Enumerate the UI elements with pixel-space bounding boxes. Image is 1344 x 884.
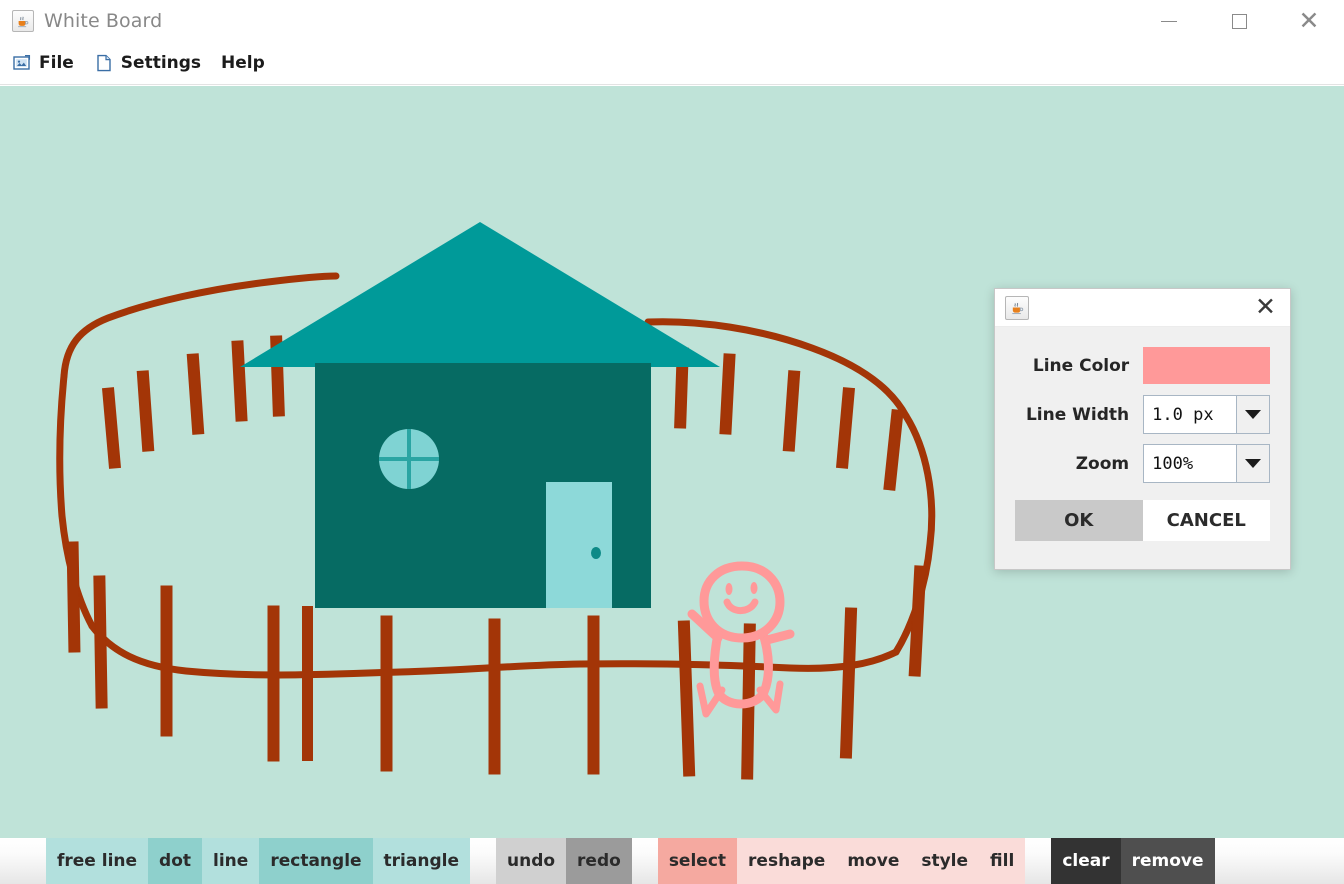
house-roof-triangle [240,222,720,367]
zoom-dropdown-button[interactable] [1236,445,1269,482]
person-left-eye [725,583,733,595]
tool-undo-label: undo [506,850,556,871]
tool-triangle-label: triangle [383,850,459,871]
tool-select-label: select [668,850,727,871]
tool-redo[interactable]: redo [566,838,632,884]
ok-button[interactable]: OK [1015,500,1143,541]
bottom-toolbar: free line dot line rectangle triangle un… [0,838,1344,884]
menu-item-help-label: Help [221,53,265,73]
toolbar-gap-1 [470,838,496,884]
person-right-arm [762,629,795,645]
menu-item-settings-label: Settings [120,53,202,73]
line-width-value[interactable]: 1.0 px [1144,396,1236,433]
document-page-icon [94,53,114,73]
tool-move-label: move [847,850,900,871]
menu-item-settings[interactable]: Settings [84,42,211,85]
chevron-down-icon [1245,410,1261,419]
whiteboard-app-window: White Board ✕ File Settings Help free li… [0,0,1344,884]
tool-line-label: line [213,850,249,871]
shape-tool-group: free line dot line rectangle triangle [46,838,470,884]
edit-tool-group: select reshape move style fill [657,838,1026,884]
minimize-icon [1161,20,1177,22]
maximize-button[interactable] [1204,0,1274,42]
tool-reshape-label: reshape [748,850,826,871]
zoom-combobox[interactable]: 100% [1143,444,1270,483]
menu-item-file-label: File [39,53,74,73]
title-bar: White Board ✕ [0,0,1344,42]
tool-undo[interactable]: undo [495,838,567,884]
window-title: White Board [44,10,163,32]
line-color-label: Line Color [1032,355,1130,376]
tool-select[interactable]: select [657,838,738,884]
line-width-dropdown-button[interactable] [1236,396,1269,433]
menu-item-file[interactable]: File [0,42,84,85]
person-left-leg [696,682,726,718]
toolbar-left-spacer [0,838,46,884]
minimize-button[interactable] [1134,0,1204,42]
maximize-icon [1231,13,1247,29]
tool-fill[interactable]: fill [979,838,1026,884]
line-color-row: Line Color [1015,341,1270,390]
settings-dialog: ✕ Line Color Line Width 1.0 px Zoom 100%… [994,288,1291,570]
line-width-label: Line Width [1025,404,1130,425]
close-icon: ✕ [1298,6,1320,35]
dialog-body: Line Color Line Width 1.0 px Zoom 100% O… [995,327,1290,541]
dialog-title-bar: ✕ [995,289,1290,327]
tool-free-line-label: free line [57,850,138,871]
zoom-value[interactable]: 100% [1144,445,1236,482]
tool-triangle[interactable]: triangle [372,838,470,884]
java-coffee-cup-icon [12,10,34,32]
person-right-eye [750,582,758,594]
tool-reshape[interactable]: reshape [737,838,837,884]
tool-dot-label: dot [159,850,192,871]
tool-dot[interactable]: dot [148,838,203,884]
house-door-rectangle [546,482,612,608]
toolbar-gap-2 [632,838,658,884]
window-controls: ✕ [1134,0,1344,42]
java-coffee-cup-icon [1005,295,1029,320]
tool-style[interactable]: style [910,838,980,884]
dialog-button-row: OK CANCEL [1015,500,1270,541]
history-tool-group: undo redo [495,838,632,884]
tool-rectangle-label: rectangle [270,850,362,871]
menu-bar: File Settings Help [0,42,1344,85]
tool-style-label: style [921,850,969,871]
cancel-button[interactable]: CANCEL [1142,500,1270,541]
destructive-tool-group: clear remove [1051,838,1215,884]
image-folder-icon [12,53,32,73]
tool-rectangle[interactable]: rectangle [259,838,373,884]
line-width-combobox[interactable]: 1.0 px [1143,395,1270,434]
person-drawing [687,561,795,718]
door-knob-dot [591,547,601,559]
tool-free-line[interactable]: free line [46,838,149,884]
dialog-close-icon[interactable]: ✕ [1255,295,1276,320]
line-width-row: Line Width 1.0 px [1015,390,1270,439]
tool-move[interactable]: move [836,838,911,884]
tool-remove-label: remove [1131,850,1204,871]
tool-line[interactable]: line [202,838,260,884]
chevron-down-icon [1245,459,1261,468]
tool-fill-label: fill [990,850,1015,871]
zoom-label: Zoom [1075,453,1130,474]
menu-item-help[interactable]: Help [211,42,275,85]
zoom-row: Zoom 100% [1015,439,1270,488]
tool-clear-label: clear [1062,850,1110,871]
fence-front-posts [302,606,313,761]
person-smile [723,598,759,615]
tool-redo-label: redo [577,850,621,871]
tool-clear[interactable]: clear [1051,838,1121,884]
close-button[interactable]: ✕ [1274,0,1344,42]
person-head [699,561,785,643]
toolbar-gap-3 [1025,838,1051,884]
tool-remove[interactable]: remove [1120,838,1215,884]
line-color-swatch[interactable] [1143,347,1270,384]
